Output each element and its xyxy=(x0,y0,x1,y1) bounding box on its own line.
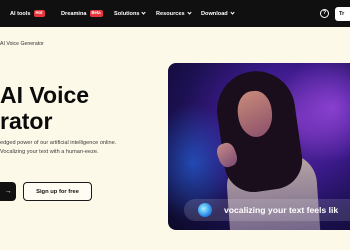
chevron-down-icon xyxy=(186,10,192,15)
nav-item-dreamina[interactable]: Dreamina Beta xyxy=(61,0,103,27)
top-nav: AI tools Hot Dreamina Beta Solutions Res… xyxy=(0,0,350,27)
beta-badge: Beta xyxy=(89,10,103,17)
sign-up-button[interactable]: Sign up for free xyxy=(23,182,92,201)
hero-description: edged power of our artificial intelligen… xyxy=(0,140,117,155)
nav-item-label: Download xyxy=(201,10,228,17)
nav-item-ai-tools[interactable]: AI tools Hot xyxy=(10,0,45,27)
caption-text: vocalizing your text feels lik xyxy=(224,205,339,215)
chevron-down-icon xyxy=(141,10,147,15)
primary-cta-button[interactable]: → xyxy=(0,182,16,201)
arrow-right-icon: → xyxy=(4,188,12,195)
breadcrumb[interactable]: AI Voice Generator xyxy=(0,41,44,47)
nav-cta-button[interactable]: Tr xyxy=(335,7,350,21)
nav-item-label: Solutions xyxy=(114,10,140,17)
nav-item-solutions[interactable]: Solutions xyxy=(114,0,147,27)
help-circle-icon[interactable]: ? xyxy=(320,9,329,18)
voice-orb-icon xyxy=(198,203,212,217)
nav-item-download[interactable]: Download xyxy=(201,0,235,27)
hot-badge: Hot xyxy=(33,10,45,17)
page-title: AI Voice rator xyxy=(0,82,89,134)
chevron-down-icon xyxy=(230,10,235,15)
nav-item-label: Resources xyxy=(156,10,185,17)
nav-item-label: Dreamina xyxy=(61,10,87,17)
hero-media-panel: vocalizing your text feels lik xyxy=(168,63,350,230)
title-line-1: AI Voice xyxy=(0,82,90,108)
title-line-2: rator xyxy=(0,108,53,134)
nav-item-resources[interactable]: Resources xyxy=(156,0,192,27)
nav-item-label: AI tools xyxy=(10,10,31,17)
voice-caption-bar: vocalizing your text feels lik xyxy=(184,199,350,221)
